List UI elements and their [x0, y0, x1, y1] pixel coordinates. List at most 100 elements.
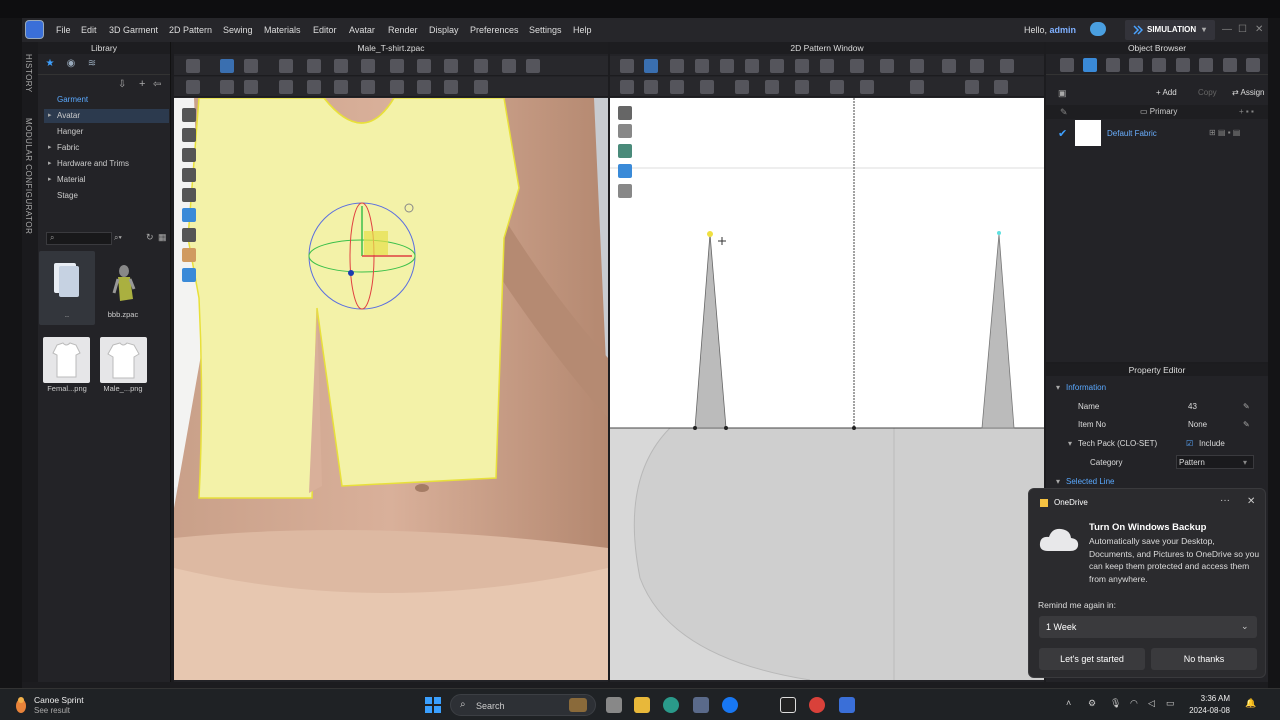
- 2d-rectangle-icon[interactable]: [720, 59, 734, 73]
- tape-tool-icon[interactable]: [474, 80, 488, 94]
- 2d-graphic-icon[interactable]: [910, 59, 924, 73]
- pattern-tab-icon[interactable]: [1106, 58, 1120, 72]
- transform-tool-icon[interactable]: [220, 59, 234, 73]
- edge-icon[interactable]: [663, 697, 679, 713]
- 2d-grid-icon[interactable]: [1000, 59, 1014, 73]
- simulation-button[interactable]: SIMULATION ▾: [1125, 20, 1215, 40]
- menu-edit[interactable]: Edit: [81, 25, 97, 35]
- primary-actions-icon[interactable]: + ▪ ▪: [1239, 107, 1254, 116]
- name-value[interactable]: 43: [1188, 402, 1197, 411]
- battery-icon[interactable]: ▭: [1166, 698, 1175, 709]
- 2d-segment-icon[interactable]: [850, 59, 864, 73]
- tack-tool-icon[interactable]: [334, 59, 348, 73]
- category-select[interactable]: Pattern ▾: [1176, 455, 1254, 469]
- file-explorer-icon[interactable]: [634, 697, 650, 713]
- arrange-tool-icon[interactable]: [361, 59, 375, 73]
- library-search-input[interactable]: ⌕: [46, 232, 112, 245]
- female-png-thumb[interactable]: [43, 337, 90, 383]
- fabric-tab-icon[interactable]: [1083, 58, 1097, 72]
- favorites-star-icon[interactable]: ★: [43, 58, 57, 72]
- volume-icon[interactable]: ◁: [1148, 698, 1155, 709]
- tree-item-hardware-trims[interactable]: Hardware and Trims: [44, 157, 169, 171]
- tree-item-material[interactable]: Material: [44, 173, 169, 187]
- include-checkbox[interactable]: ☑: [1186, 439, 1193, 448]
- globe-view-icon[interactable]: [182, 268, 196, 282]
- 2d-fold-icon[interactable]: [620, 80, 634, 94]
- item-no-value[interactable]: None: [1188, 420, 1207, 429]
- lets-get-started-button[interactable]: Let's get started: [1039, 648, 1145, 670]
- tab-history[interactable]: HISTORY: [24, 54, 33, 93]
- fabric-actions-icon[interactable]: ⊞ ▤ ▪ ▤: [1209, 128, 1240, 137]
- add-button[interactable]: + Add: [1156, 88, 1177, 97]
- 2d-polygon-icon[interactable]: [695, 59, 709, 73]
- 2d-text-icon[interactable]: [942, 59, 956, 73]
- menu-file[interactable]: File: [56, 25, 71, 35]
- puckering-tool-icon[interactable]: [444, 80, 458, 94]
- tab-modular-configurator[interactable]: MODULAR CONFIGURATOR: [24, 118, 33, 234]
- refresh-icon[interactable]: ↻: [146, 232, 154, 243]
- 2d-button-icon[interactable]: [765, 80, 779, 94]
- male-png-thumb[interactable]: [100, 337, 147, 383]
- 2d-pattern-canvas[interactable]: [610, 98, 1044, 680]
- fabric-view-icon[interactable]: [182, 208, 196, 222]
- menu-preferences[interactable]: Preferences: [470, 25, 519, 35]
- shadow-view-icon[interactable]: [182, 228, 196, 242]
- menu-sewing[interactable]: Sewing: [223, 25, 253, 35]
- pen-icon[interactable]: ✎: [1060, 107, 1068, 118]
- needle-tab-icon[interactable]: [1176, 58, 1190, 72]
- edit-pen-icon[interactable]: ✎: [1243, 402, 1250, 411]
- task-view-icon[interactable]: [606, 697, 622, 713]
- no-thanks-button[interactable]: No thanks: [1151, 648, 1257, 670]
- fabric-name[interactable]: Default Fabric: [1107, 129, 1157, 138]
- capcut-icon[interactable]: [780, 697, 796, 713]
- wifi-icon[interactable]: ◠: [1130, 698, 1138, 709]
- minimize-icon[interactable]: —: [1222, 24, 1232, 35]
- menu-materials[interactable]: Materials: [264, 25, 301, 35]
- palette-tab-icon[interactable]: [1246, 58, 1260, 72]
- microphone-icon[interactable]: 🎙: [1110, 698, 1121, 709]
- shirt-outline-tool-icon[interactable]: [526, 59, 540, 73]
- cut-tool-icon[interactable]: [279, 80, 293, 94]
- clo-set-icon[interactable]: ≋: [85, 58, 99, 72]
- 2d-fit-icon[interactable]: [910, 80, 924, 94]
- 2d-sewing-icon[interactable]: [644, 80, 658, 94]
- menu-display[interactable]: Display: [429, 25, 459, 35]
- more-options-icon[interactable]: ···: [1220, 495, 1230, 506]
- 2d-view-pen-icon[interactable]: [618, 106, 632, 120]
- skin-view-icon[interactable]: [182, 248, 196, 262]
- local-drive-icon[interactable]: ◉: [64, 58, 78, 72]
- fold-tool-icon[interactable]: [307, 59, 321, 73]
- stitch-view-icon[interactable]: [182, 148, 196, 162]
- 2d-slash-icon[interactable]: [795, 59, 809, 73]
- maximize-icon[interactable]: ☐: [1238, 24, 1247, 35]
- lock-tool-icon[interactable]: [502, 59, 516, 73]
- brush-tool-icon[interactable]: [220, 80, 234, 94]
- 2d-texture-icon[interactable]: [880, 59, 894, 73]
- trim-tool-icon[interactable]: [474, 59, 488, 73]
- avatar-pose-icon[interactable]: [186, 80, 200, 94]
- 2d-edit-sewing-icon[interactable]: [700, 80, 714, 94]
- 2d-ticket-icon[interactable]: [830, 80, 844, 94]
- toast-close-icon[interactable]: ✕: [1247, 496, 1255, 507]
- download-icon[interactable]: ⇩: [118, 79, 126, 90]
- zipper-tool-icon[interactable]: [417, 80, 431, 94]
- 2d-ruler-icon[interactable]: [970, 59, 984, 73]
- windows-start-icon[interactable]: [425, 697, 441, 713]
- view-mode-icon[interactable]: ▦: [158, 232, 167, 243]
- avatar-file-thumb[interactable]: [100, 259, 147, 305]
- menu-2d-pattern[interactable]: 2D Pattern: [169, 25, 212, 35]
- edit-pen-icon[interactable]: ✎: [1243, 420, 1250, 429]
- assign-button[interactable]: ⇄ Assign: [1232, 88, 1265, 97]
- folder-icon[interactable]: ▣: [1058, 88, 1067, 99]
- measure-tool-icon[interactable]: [390, 59, 404, 73]
- tree-item-stage[interactable]: Stage: [44, 189, 169, 203]
- menu-editor[interactable]: Editor: [313, 25, 337, 35]
- 2d-dart-icon[interactable]: [770, 59, 784, 73]
- information-section[interactable]: ▾ Information: [1046, 379, 1268, 397]
- 2d-edit-point-icon[interactable]: [670, 59, 684, 73]
- 2d-trim-icon[interactable]: [735, 80, 749, 94]
- grid-tool-icon[interactable]: [390, 80, 404, 94]
- menu-render[interactable]: Render: [388, 25, 418, 35]
- 2d-zip-icon[interactable]: [795, 80, 809, 94]
- close-icon[interactable]: ✕: [1255, 24, 1263, 35]
